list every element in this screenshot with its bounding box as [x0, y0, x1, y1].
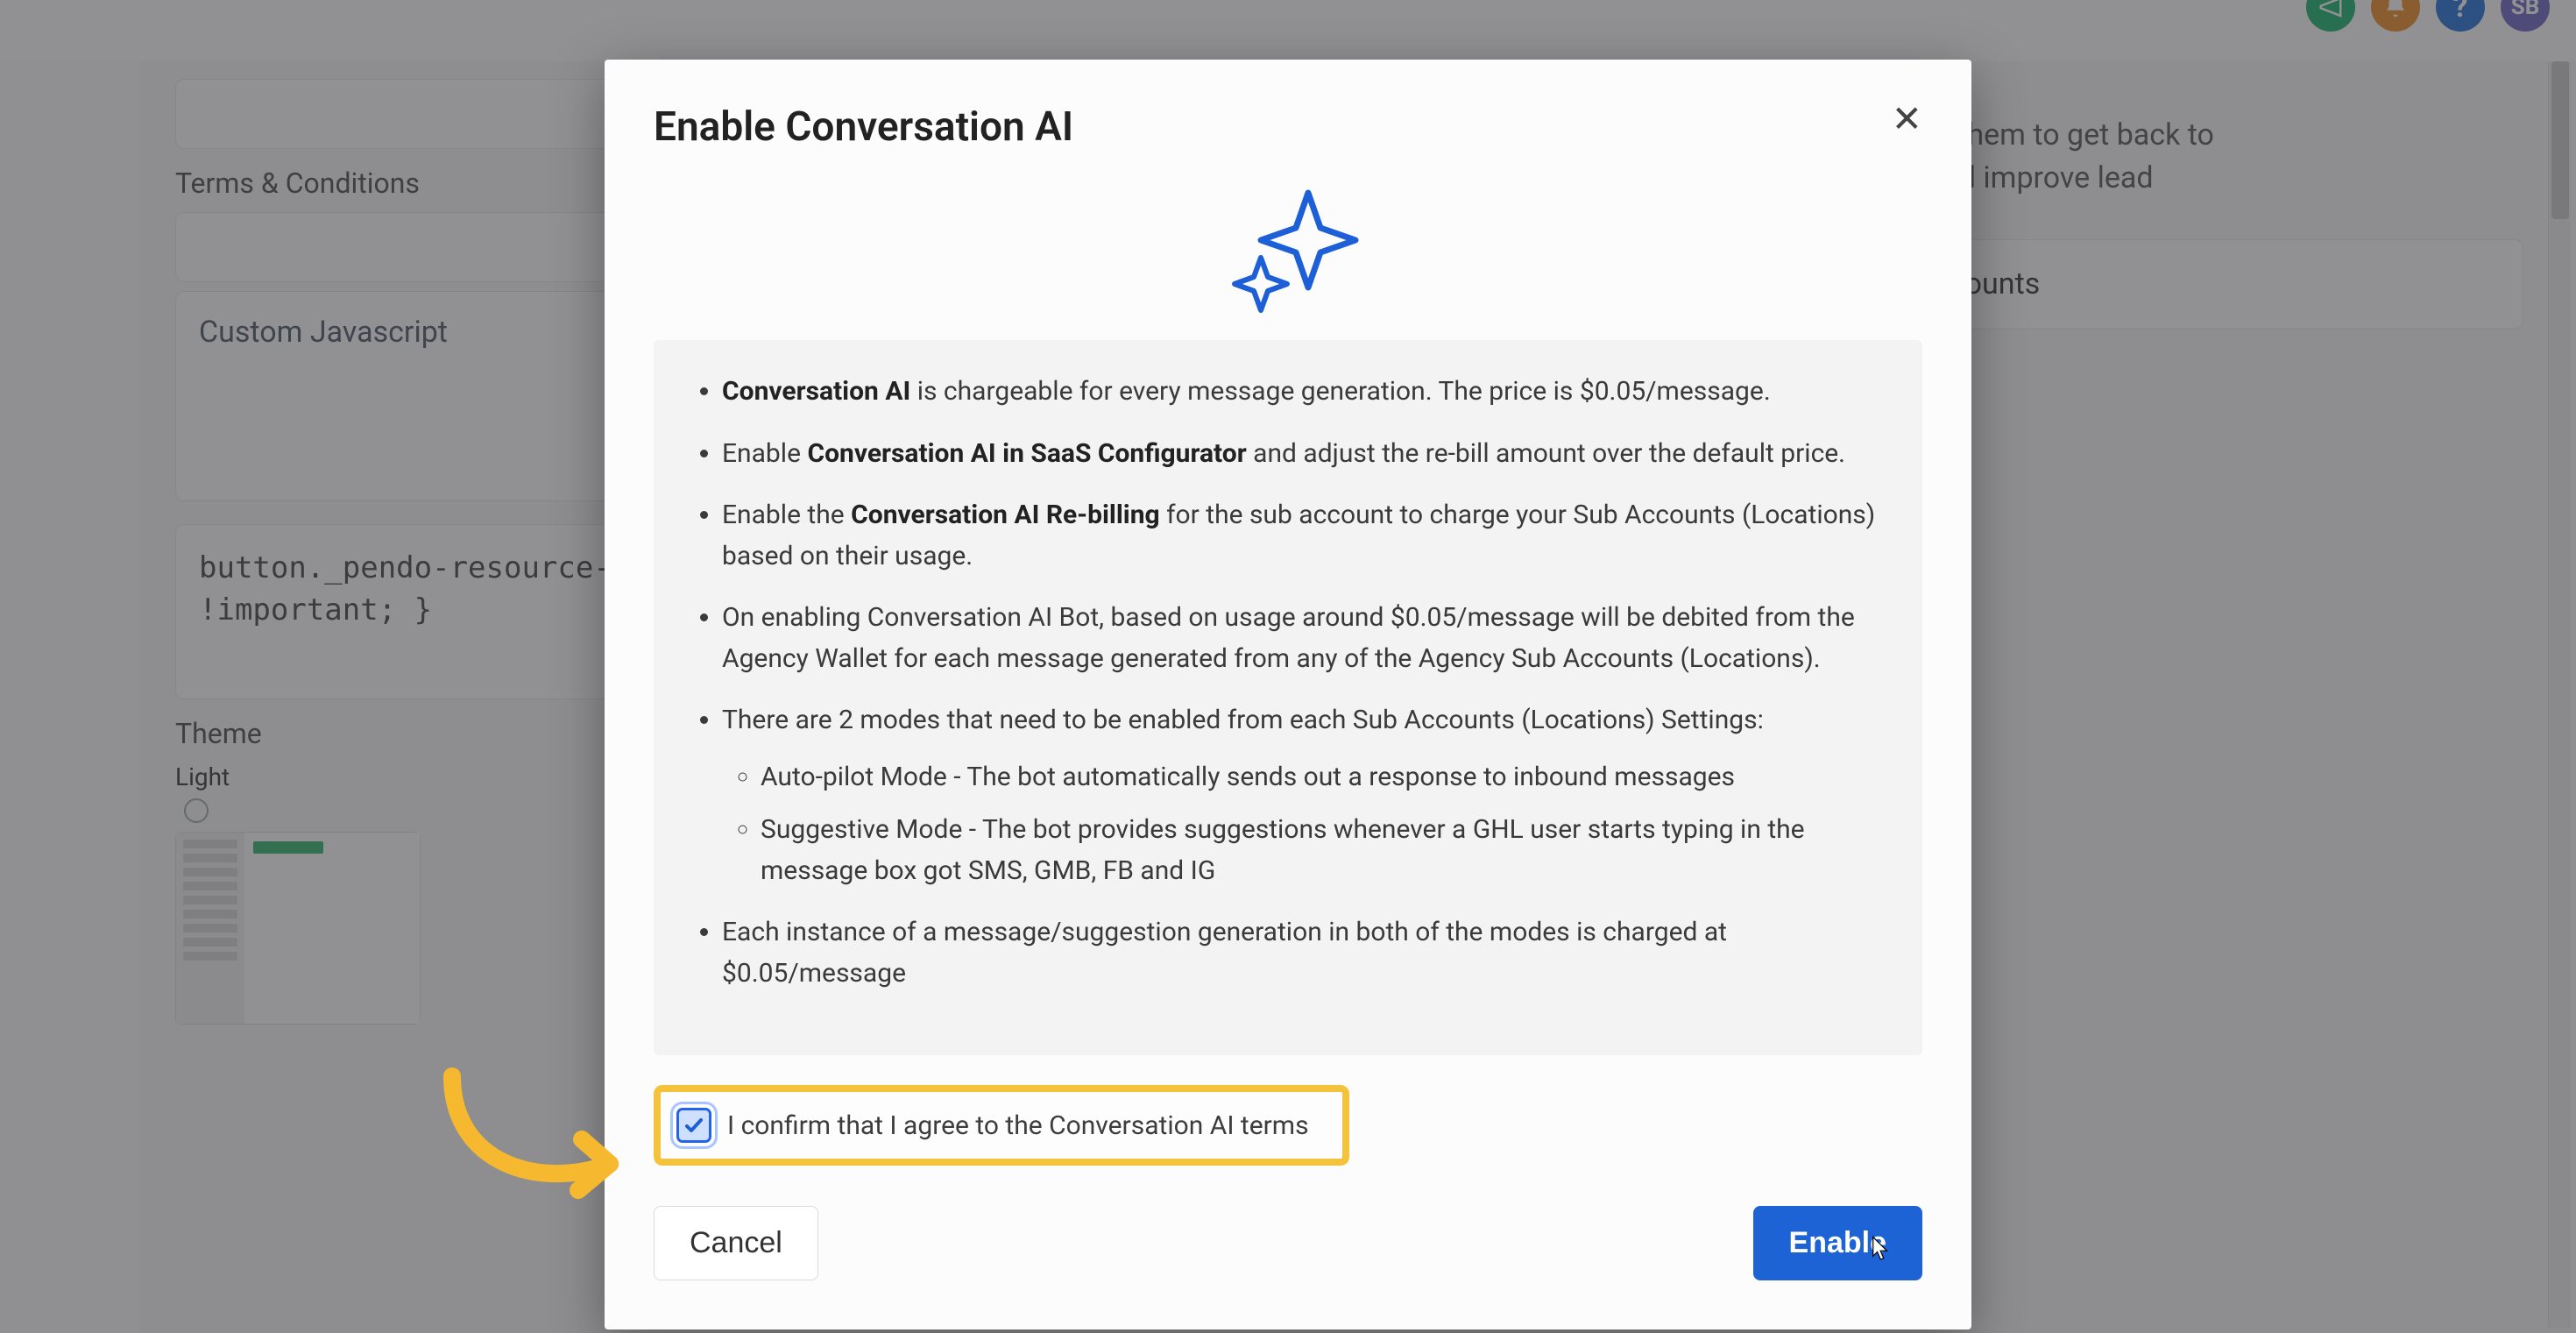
- b1-text: is chargeable for every message generati…: [910, 376, 1770, 407]
- page-root: ? SB Terms & Conditions Custom Javascrip…: [0, 0, 2576, 1333]
- sparkle-icon: [654, 177, 1922, 317]
- terms-list: Conversation AI is chargeable for every …: [692, 372, 1884, 994]
- cursor-icon: [1866, 1235, 1893, 1268]
- terms-bullet-4: On enabling Conversation AI Bot, based o…: [722, 598, 1884, 679]
- b5-text: There are 2 modes that need to be enable…: [722, 705, 1764, 735]
- b2-post: and adjust the re-bill amount over the d…: [1247, 438, 1845, 469]
- terms-bullet-2: Enable Conversation AI in SaaS Configura…: [722, 434, 1884, 475]
- terms-sub-b: Suggestive Mode - The bot provides sugge…: [761, 810, 1884, 891]
- enable-button[interactable]: Enable: [1753, 1206, 1922, 1280]
- terms-bullet-6: Each instance of a message/suggestion ge…: [722, 912, 1884, 994]
- terms-sublist: Auto-pilot Mode - The bot automatically …: [722, 757, 1884, 892]
- close-icon[interactable]: ✕: [1892, 102, 1922, 138]
- confirm-label: I confirm that I agree to the Conversati…: [727, 1110, 1309, 1141]
- b1-bold: Conversation AI: [722, 376, 910, 407]
- b2-pre: Enable: [722, 438, 807, 469]
- terms-bullet-5: There are 2 modes that need to be enable…: [722, 700, 1884, 891]
- modal-actions: Cancel Enable: [654, 1206, 1922, 1280]
- b2-bold: Conversation AI in SaaS Configurator: [807, 438, 1246, 469]
- confirm-row: I confirm that I agree to the Conversati…: [654, 1085, 1349, 1166]
- b3-bold: Conversation AI Re-billing: [851, 500, 1160, 530]
- terms-bullet-3: Enable the Conversation AI Re-billing fo…: [722, 495, 1884, 577]
- terms-scroll-box[interactable]: Conversation AI is chargeable for every …: [654, 340, 1922, 1055]
- terms-bullet-1: Conversation AI is chargeable for every …: [722, 372, 1884, 413]
- modal-title: Enable Conversation AI: [654, 103, 1922, 151]
- confirm-highlight: I confirm that I agree to the Conversati…: [654, 1085, 1349, 1166]
- terms-sub-a: Auto-pilot Mode - The bot automatically …: [761, 757, 1884, 798]
- enable-conversation-ai-modal: Enable Conversation AI ✕ Conversation AI…: [605, 60, 1971, 1329]
- cancel-button[interactable]: Cancel: [654, 1206, 818, 1280]
- b3-pre: Enable the: [722, 500, 851, 530]
- confirm-checkbox[interactable]: [676, 1108, 711, 1143]
- callout-arrow-icon: [435, 1059, 636, 1211]
